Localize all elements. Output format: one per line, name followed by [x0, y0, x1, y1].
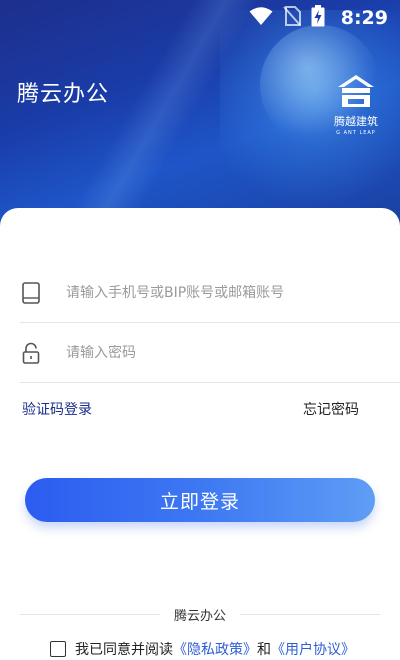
privacy-policy-link[interactable]: 《隐私政策》: [173, 639, 257, 659]
status-bar: 8:29: [0, 0, 400, 36]
agreement-conjunction: 和: [257, 642, 271, 658]
battery-charging-icon: [311, 5, 325, 31]
lock-icon: [20, 342, 42, 364]
company-logo: 腾越建筑 G ANT LEAP: [330, 74, 382, 136]
status-time: 8:29: [340, 7, 388, 29]
app-title: 腾云办公: [17, 82, 110, 107]
no-sim-icon: [282, 6, 301, 30]
account-field[interactable]: [20, 263, 400, 323]
user-agreement-link[interactable]: 《用户协议》: [271, 639, 355, 659]
agreement-checkbox[interactable]: [50, 641, 66, 657]
login-button[interactable]: 立即登录: [25, 478, 375, 522]
logo-name: 腾越建筑: [334, 115, 378, 128]
wifi-icon: [249, 6, 273, 30]
agreement-row: 我已同意并阅读 《隐私政策》 和 《用户协议》: [50, 639, 355, 659]
logo-subtitle: G ANT LEAP: [336, 130, 376, 136]
footer-divider: 腾云办公: [20, 606, 381, 624]
sms-login-link[interactable]: 验证码登录: [22, 399, 92, 419]
header-banner: 8:29 腾云办公 腾越建筑 G ANT LEAP: [0, 0, 400, 235]
account-input[interactable]: [66, 284, 366, 301]
divider-line-left: [20, 613, 160, 615]
divider-line-right: [240, 613, 381, 615]
footer-brand: 腾云办公: [174, 608, 227, 624]
forgot-password-link[interactable]: 忘记密码: [303, 399, 359, 419]
password-input[interactable]: [66, 344, 366, 361]
phone-icon: [20, 281, 42, 304]
password-field[interactable]: [20, 323, 400, 383]
login-options-row: 验证码登录 忘记密码: [22, 399, 362, 419]
agreement-prefix: 我已同意并阅读: [75, 642, 173, 658]
logo-mark-icon: [338, 75, 374, 107]
